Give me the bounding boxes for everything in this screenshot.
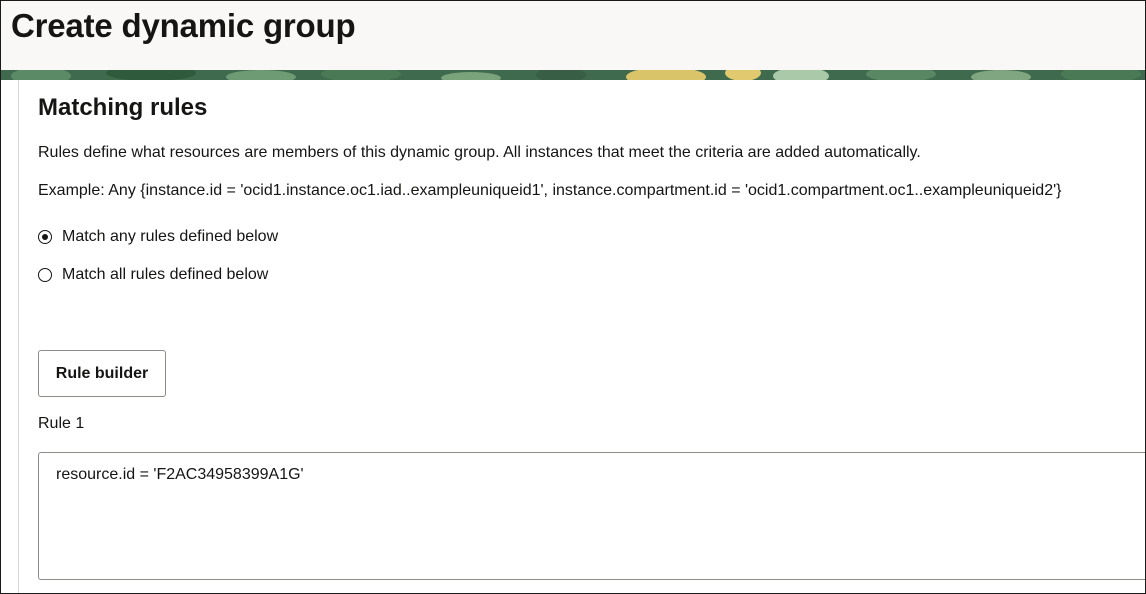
radio-match-any[interactable]: Match any rules defined below [38, 228, 278, 246]
radio-unselected-icon[interactable] [38, 268, 52, 282]
radio-match-all-label: Match all rules defined below [62, 266, 269, 283]
page-title: Create dynamic group [11, 7, 356, 44]
page-header: Create dynamic group [1, 1, 1145, 70]
banner-pattern-icon [1, 70, 1145, 80]
radio-selected-icon[interactable] [38, 230, 52, 244]
rule-1-label: Rule 1 [38, 415, 85, 432]
radio-match-all[interactable]: Match all rules defined below [38, 266, 268, 284]
rule-builder-button[interactable]: Rule builder [38, 350, 166, 397]
dialog-frame: Create dynamic group Matching rules Rule… [0, 0, 1146, 594]
matching-rules-panel: Matching rules Rules define what resourc… [18, 80, 1145, 593]
rule-1-input[interactable]: resource.id = 'F2AC34958399A1G' [38, 452, 1145, 580]
decorative-banner [1, 70, 1145, 80]
rules-example: Example: Any {instance.id = 'ocid1.insta… [38, 182, 1062, 199]
radio-match-any-label: Match any rules defined below [62, 228, 279, 245]
rules-description: Rules define what resources are members … [38, 144, 921, 161]
section-title: Matching rules [38, 94, 208, 121]
